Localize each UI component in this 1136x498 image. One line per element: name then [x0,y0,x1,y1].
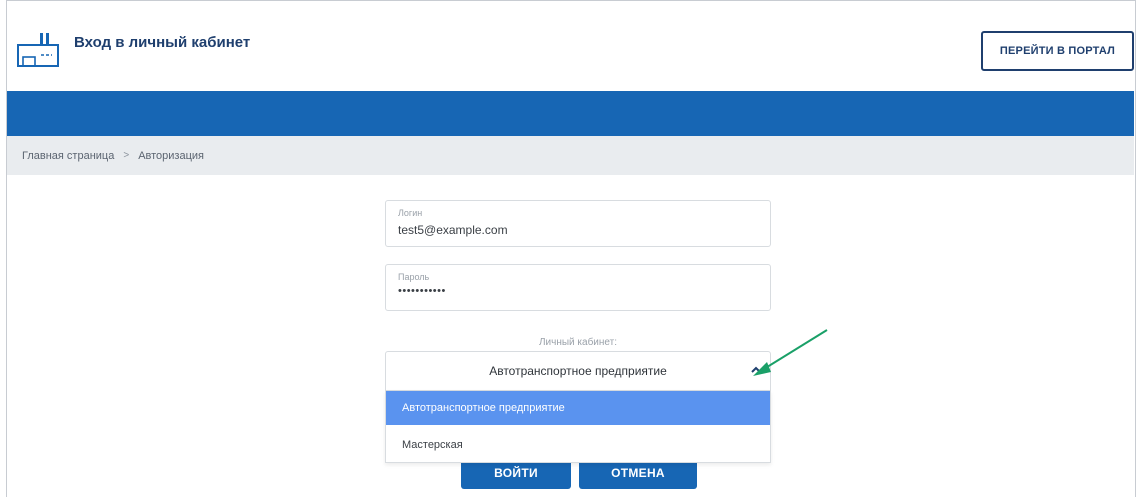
annotation-arrow-icon [753,329,828,376]
password-field[interactable]: Пароль ••••••••••• [385,264,771,311]
breadcrumb-separator: > [123,150,130,161]
page-title: Вход в личный кабинет [74,34,251,51]
login-field[interactable]: Логин test5@example.com [385,200,771,247]
cabinet-select[interactable]: Автотранспортное предприятие [385,351,771,391]
login-label: Логин [398,208,423,218]
cabinet-selected-value: Автотранспортное предприятие [489,364,667,378]
password-label: Пароль [398,272,430,282]
factory-icon [17,33,59,67]
breadcrumb-current: Авторизация [138,149,204,162]
nav-bar [7,91,1134,136]
breadcrumb-home-link[interactable]: Главная страница [22,150,114,162]
cabinet-label: Личный кабинет: [538,337,617,348]
password-value[interactable]: ••••••••••• [398,285,446,297]
breadcrumb: Главная страница > Авторизация [7,136,1134,175]
dropdown-option[interactable]: Мастерская [386,428,770,462]
login-value[interactable]: test5@example.com [398,223,508,237]
header: Вход в личный кабинет ПЕРЕЙТИ В ПОРТАЛ [7,1,1134,90]
dropdown-option[interactable]: Автотранспортное предприятие [386,391,770,425]
cabinet-dropdown-list: Автотранспортное предприятие Мастерская [385,391,771,463]
go-to-portal-button[interactable]: ПЕРЕЙТИ В ПОРТАЛ [981,31,1134,71]
